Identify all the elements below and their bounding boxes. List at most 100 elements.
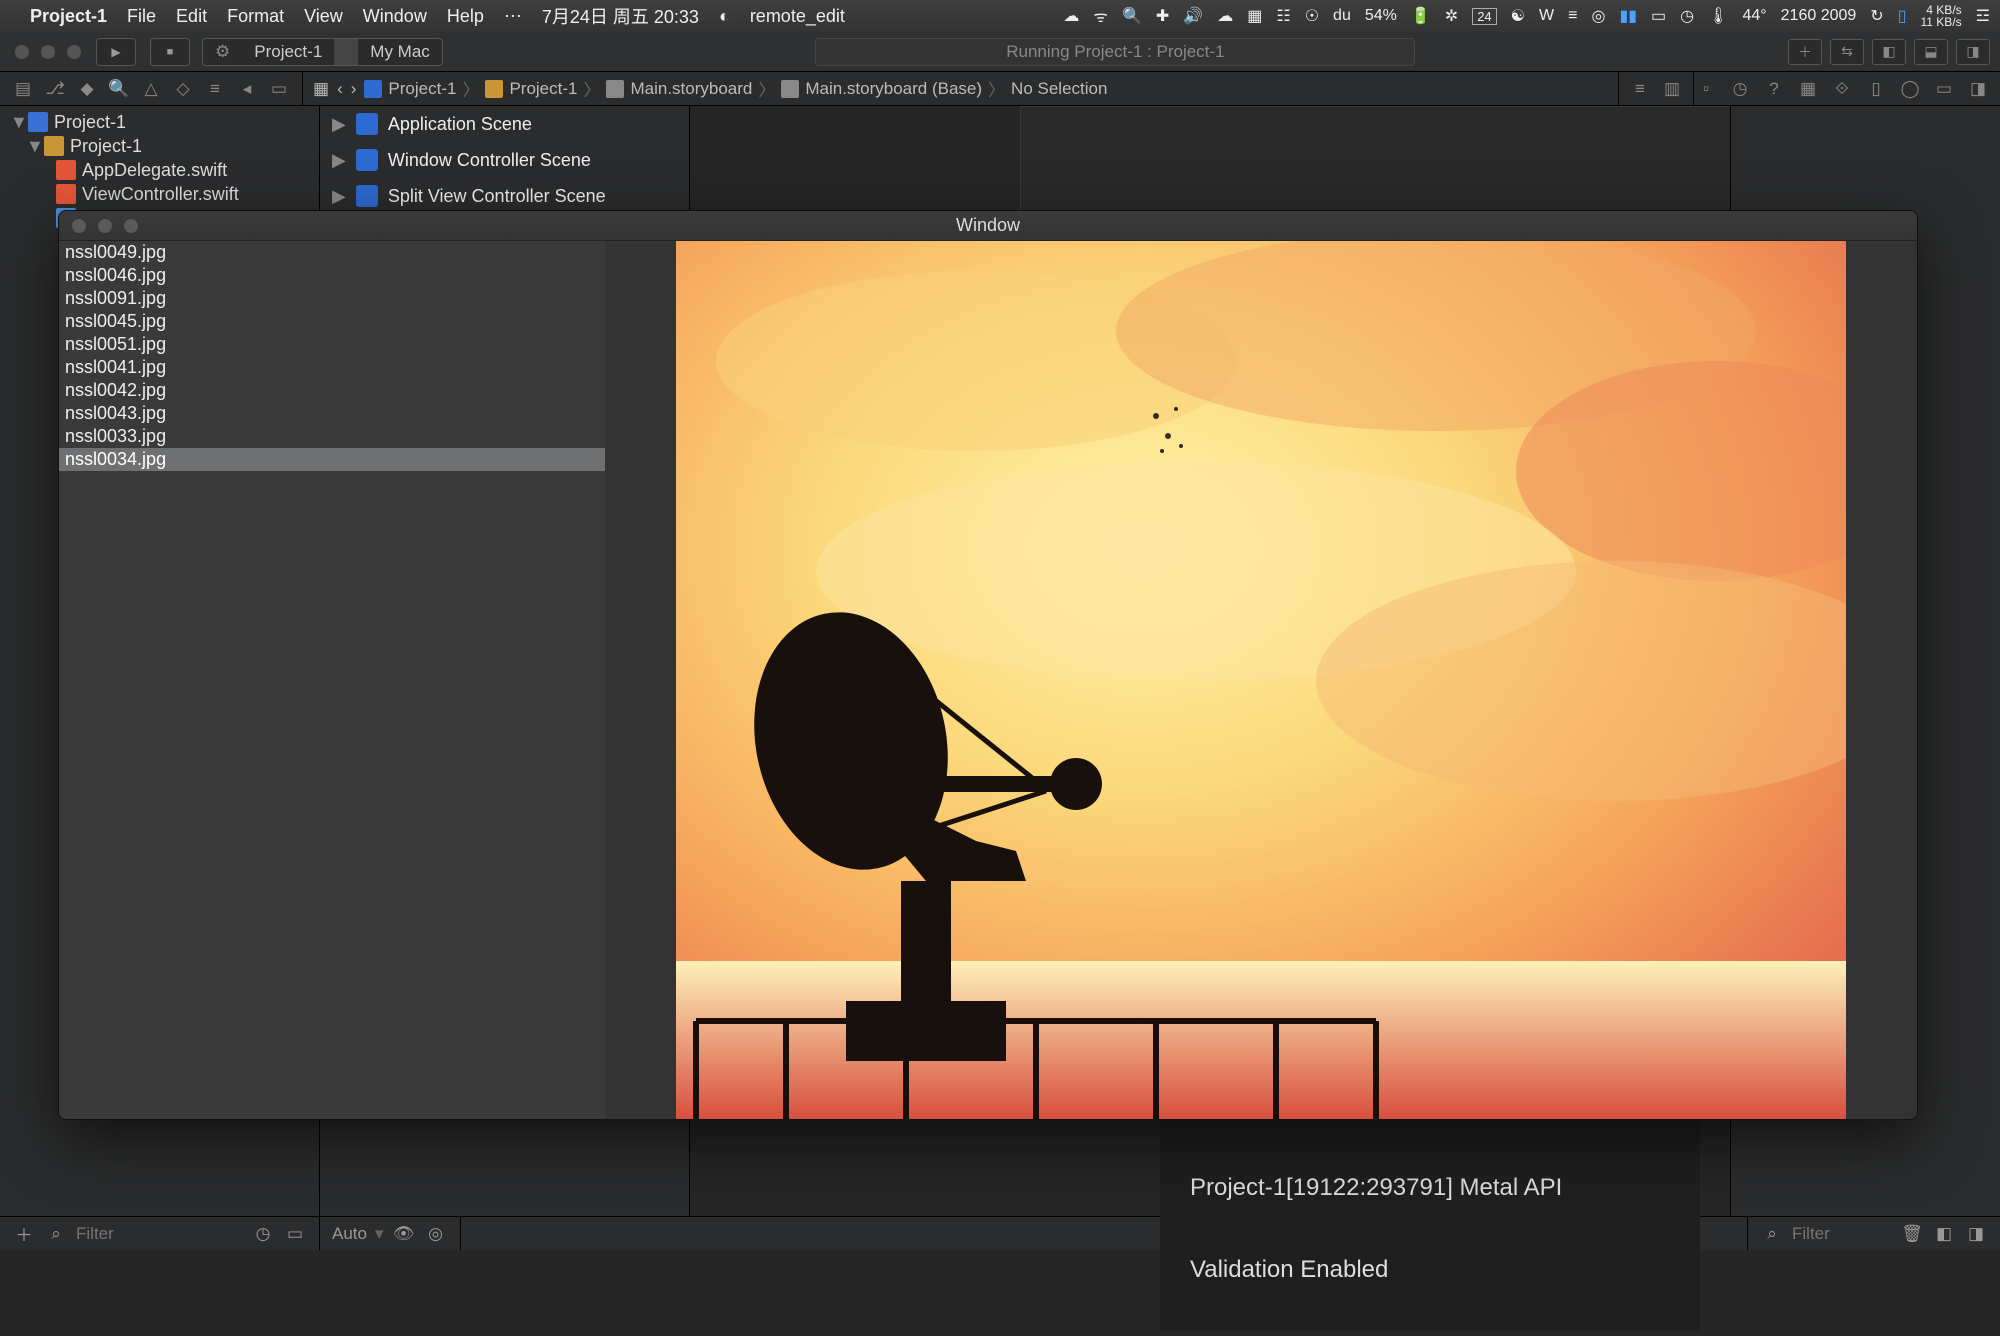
insp-identity-icon[interactable]: ▦ — [1796, 79, 1820, 99]
net-speed[interactable]: 4 KB/s11 KB/s — [1921, 4, 1962, 28]
ring-icon[interactable]: ◎ — [424, 1224, 448, 1244]
nav-reports-icon[interactable]: ▭ — [268, 79, 290, 99]
run-button[interactable] — [96, 38, 136, 66]
panel-bottom-button[interactable]: ⬓ — [1914, 39, 1948, 65]
insp-connections-icon[interactable]: ◯ — [1898, 79, 1922, 99]
add-button[interactable]: ＋ — [12, 1221, 36, 1246]
du-icon[interactable]: du — [1333, 7, 1351, 25]
remote-edit-icon[interactable]: ◐ — [719, 6, 730, 27]
menu-window[interactable]: Window — [363, 6, 427, 27]
battery-label[interactable]: 54% — [1365, 7, 1397, 25]
navigator-filter-input[interactable] — [76, 1224, 176, 1244]
list-item[interactable]: nssl0041.jpg — [59, 356, 605, 379]
project-root[interactable]: ▼Project-1 — [0, 110, 319, 134]
outline-row[interactable]: ▶Split View Controller Scene — [320, 178, 689, 214]
auto-label[interactable]: Auto — [332, 1224, 367, 1244]
nav-symbols-icon[interactable]: ◆ — [76, 79, 98, 99]
app-file-list[interactable]: nssl0049.jpgnssl0046.jpgnssl0091.jpgnssl… — [59, 241, 605, 1119]
menubar-app[interactable]: Project-1 — [30, 6, 107, 27]
menu-file[interactable]: File — [127, 6, 156, 27]
crumb-0[interactable]: Project-1 — [388, 79, 456, 99]
panel-right-icon[interactable]: ◨ — [1964, 1224, 1988, 1244]
crumb-3[interactable]: Main.storyboard (Base) — [805, 79, 982, 99]
nav-find-icon[interactable]: 🔍 — [108, 79, 130, 99]
menu-edit[interactable]: Edit — [176, 6, 207, 27]
crumb-4[interactable]: No Selection — [1011, 79, 1107, 99]
scheme-selector[interactable]: ⚙ Project-1 My Mac — [202, 38, 443, 66]
console-filter-input[interactable] — [1792, 1224, 1892, 1244]
menu-icon[interactable]: ≡ — [1568, 7, 1577, 25]
nav-debug-icon[interactable]: ≡ — [204, 79, 226, 99]
menu-view[interactable]: View — [304, 6, 343, 27]
recent-icon[interactable]: ◷ — [251, 1224, 275, 1244]
scm-icon[interactable]: ▭ — [283, 1224, 307, 1244]
list-item[interactable]: nssl0033.jpg — [59, 425, 605, 448]
nav-tests-icon[interactable]: ◇ — [172, 79, 194, 99]
grid-icon[interactable]: ▦ — [1247, 6, 1262, 26]
list-item[interactable]: nssl0091.jpg — [59, 287, 605, 310]
cloud-icon[interactable]: ☁ — [1217, 6, 1233, 26]
library-plus-button[interactable]: ＋ — [1788, 39, 1822, 65]
wechat-icon[interactable]: ☯ — [1511, 6, 1525, 26]
code-review-button[interactable]: ⇆ — [1830, 39, 1864, 65]
close-icon[interactable] — [14, 44, 30, 60]
outline-row[interactable]: ▶Application Scene — [320, 106, 689, 142]
clock-icon[interactable]: ◷ — [1680, 6, 1694, 26]
sync-icon[interactable]: ↻ — [1870, 6, 1883, 26]
wifi-icon[interactable]: ᯤ — [1093, 5, 1108, 27]
panel-right-button[interactable]: ◨ — [1956, 39, 1990, 65]
eye-icon[interactable]: 👁 — [392, 1224, 416, 1244]
crumb-2[interactable]: Main.storyboard — [630, 79, 752, 99]
nav-back-icon[interactable]: ‹ — [337, 79, 343, 99]
insp-attributes-icon[interactable]: ⟐ — [1830, 79, 1854, 99]
battery-icon[interactable]: 🔋 — [1411, 6, 1431, 26]
editor-options-icon[interactable]: ▥ — [1661, 79, 1683, 99]
globe-icon[interactable]: ☉ — [1305, 6, 1319, 26]
spotlight-icon[interactable]: 🔍 — [1122, 6, 1142, 26]
list-item[interactable]: nssl0043.jpg — [59, 402, 605, 425]
fan-icon[interactable]: ✲ — [1445, 6, 1458, 26]
outline-row[interactable]: ▶Window Controller Scene — [320, 142, 689, 178]
insp-file-icon[interactable]: ▫ — [1694, 79, 1718, 99]
zoom-icon[interactable] — [66, 44, 82, 60]
crumb-1[interactable]: Project-1 — [509, 79, 577, 99]
nav-forward-icon[interactable]: › — [351, 79, 357, 99]
circle-icon[interactable]: ◎ — [1591, 6, 1605, 26]
minimize-icon[interactable] — [40, 44, 56, 60]
res-label[interactable]: 2160 2009 — [1781, 7, 1857, 25]
list-item[interactable]: nssl0046.jpg — [59, 264, 605, 287]
insp-effects-icon[interactable]: ◨ — [1966, 79, 1990, 99]
nav-breakpoints-icon[interactable]: ◂ — [236, 79, 258, 99]
flag-icon[interactable]: ▭ — [1651, 6, 1666, 26]
list-item[interactable]: nssl0045.jpg — [59, 310, 605, 333]
calendar-icon[interactable]: 24 — [1472, 8, 1496, 25]
insp-size-icon[interactable]: ▯ — [1864, 79, 1888, 99]
app-titlebar[interactable]: Window — [59, 211, 1917, 241]
list-item[interactable]: nssl0051.jpg — [59, 333, 605, 356]
temp-label[interactable]: 44° — [1742, 7, 1766, 25]
status-icon-1[interactable]: ☁ — [1063, 6, 1079, 26]
menubar-date[interactable]: 7月24日 周五 20:33 — [542, 3, 699, 29]
insp-bindings-icon[interactable]: ▭ — [1932, 79, 1956, 99]
layout-icon[interactable]: ☷ — [1276, 6, 1290, 26]
insp-history-icon[interactable]: ◷ — [1728, 79, 1752, 99]
plus-icon[interactable]: ✚ — [1156, 6, 1169, 26]
nav-source-icon[interactable]: ⎇ — [44, 79, 66, 99]
bars-icon[interactable]: ▮▮ — [1619, 6, 1637, 26]
mem-icon[interactable]: ▯ — [1898, 6, 1907, 26]
group-row[interactable]: ▼Project-1 — [0, 134, 319, 158]
list-item[interactable]: nssl0034.jpg — [59, 448, 605, 471]
nav-project-icon[interactable]: ▤ — [12, 79, 34, 99]
volume-icon[interactable]: 🔊 — [1183, 6, 1203, 26]
panel-left-icon[interactable]: ◧ — [1932, 1224, 1956, 1244]
menu-help[interactable]: Help — [447, 6, 484, 27]
related-items-icon[interactable]: ▦ — [313, 79, 329, 99]
menu-format[interactable]: Format — [227, 6, 284, 27]
insp-help-icon[interactable]: ? — [1762, 79, 1786, 99]
remote-edit-label[interactable]: remote_edit — [750, 6, 845, 27]
list-item[interactable]: nssl0049.jpg — [59, 241, 605, 264]
temp-icon[interactable]: 🌡 — [1708, 6, 1728, 26]
list-item[interactable]: nssl0042.jpg — [59, 379, 605, 402]
w-icon[interactable]: W — [1539, 7, 1554, 25]
control-center-icon[interactable]: ☲ — [1976, 6, 1990, 26]
